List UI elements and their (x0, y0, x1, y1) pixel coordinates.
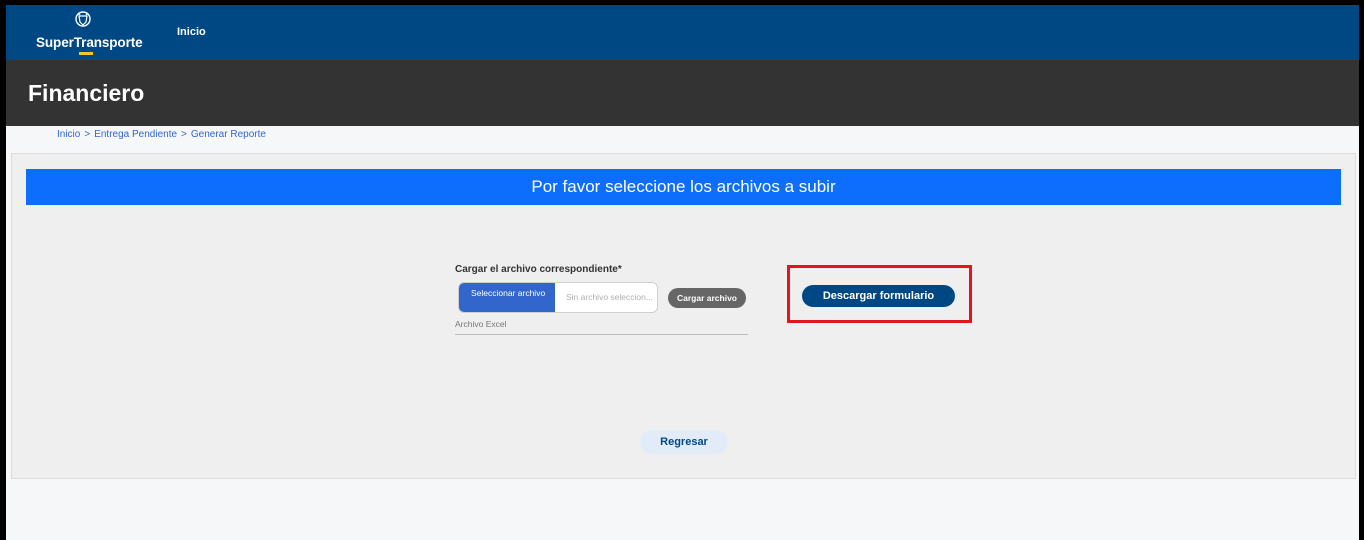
selected-file-name: Sin archivo seleccion... (566, 292, 653, 302)
breadcrumb-item-entrega-pendiente[interactable]: Entrega Pendiente (94, 129, 177, 140)
breadcrumb-separator: > (181, 129, 187, 140)
nav-inicio-link[interactable]: Inicio (177, 26, 206, 38)
upload-panel: Por favor seleccione los archivos a subi… (11, 153, 1356, 479)
app-frame: SuperTransporte Inicio Financiero Inicio… (6, 5, 1359, 540)
upload-file-button[interactable]: Cargar archivo (668, 288, 746, 308)
page-title: Financiero (28, 80, 145, 106)
title-bar: Financiero (6, 60, 1359, 126)
top-navbar: SuperTransporte Inicio (6, 5, 1359, 60)
instruction-banner: Por favor seleccione los archivos a subi… (26, 169, 1341, 205)
breadcrumb: Inicio > Entrega Pendiente > Generar Reporte (57, 129, 266, 140)
file-field-label: Cargar el archivo correspondiente* (455, 264, 622, 275)
breadcrumb-separator: > (84, 129, 91, 140)
field-underline (455, 334, 748, 335)
breadcrumb-item-generar-reporte[interactable]: Generar Reporte (191, 129, 266, 140)
logo-underline (79, 52, 93, 55)
download-form-button[interactable]: Descargar formulario (802, 285, 955, 307)
coat-of-arms-icon (75, 11, 91, 27)
file-type-hint: Archivo Excel (455, 319, 507, 329)
back-button[interactable]: Regresar (640, 430, 728, 454)
select-file-button[interactable]: Seleccionar archivo (459, 283, 555, 312)
supertransporte-logo[interactable]: SuperTransporte (36, 10, 146, 56)
logo-text: SuperTransporte (36, 35, 143, 50)
breadcrumb-item-inicio[interactable]: Inicio (57, 129, 80, 140)
file-input[interactable]: Seleccionar archivo Sin archivo seleccio… (458, 282, 658, 313)
